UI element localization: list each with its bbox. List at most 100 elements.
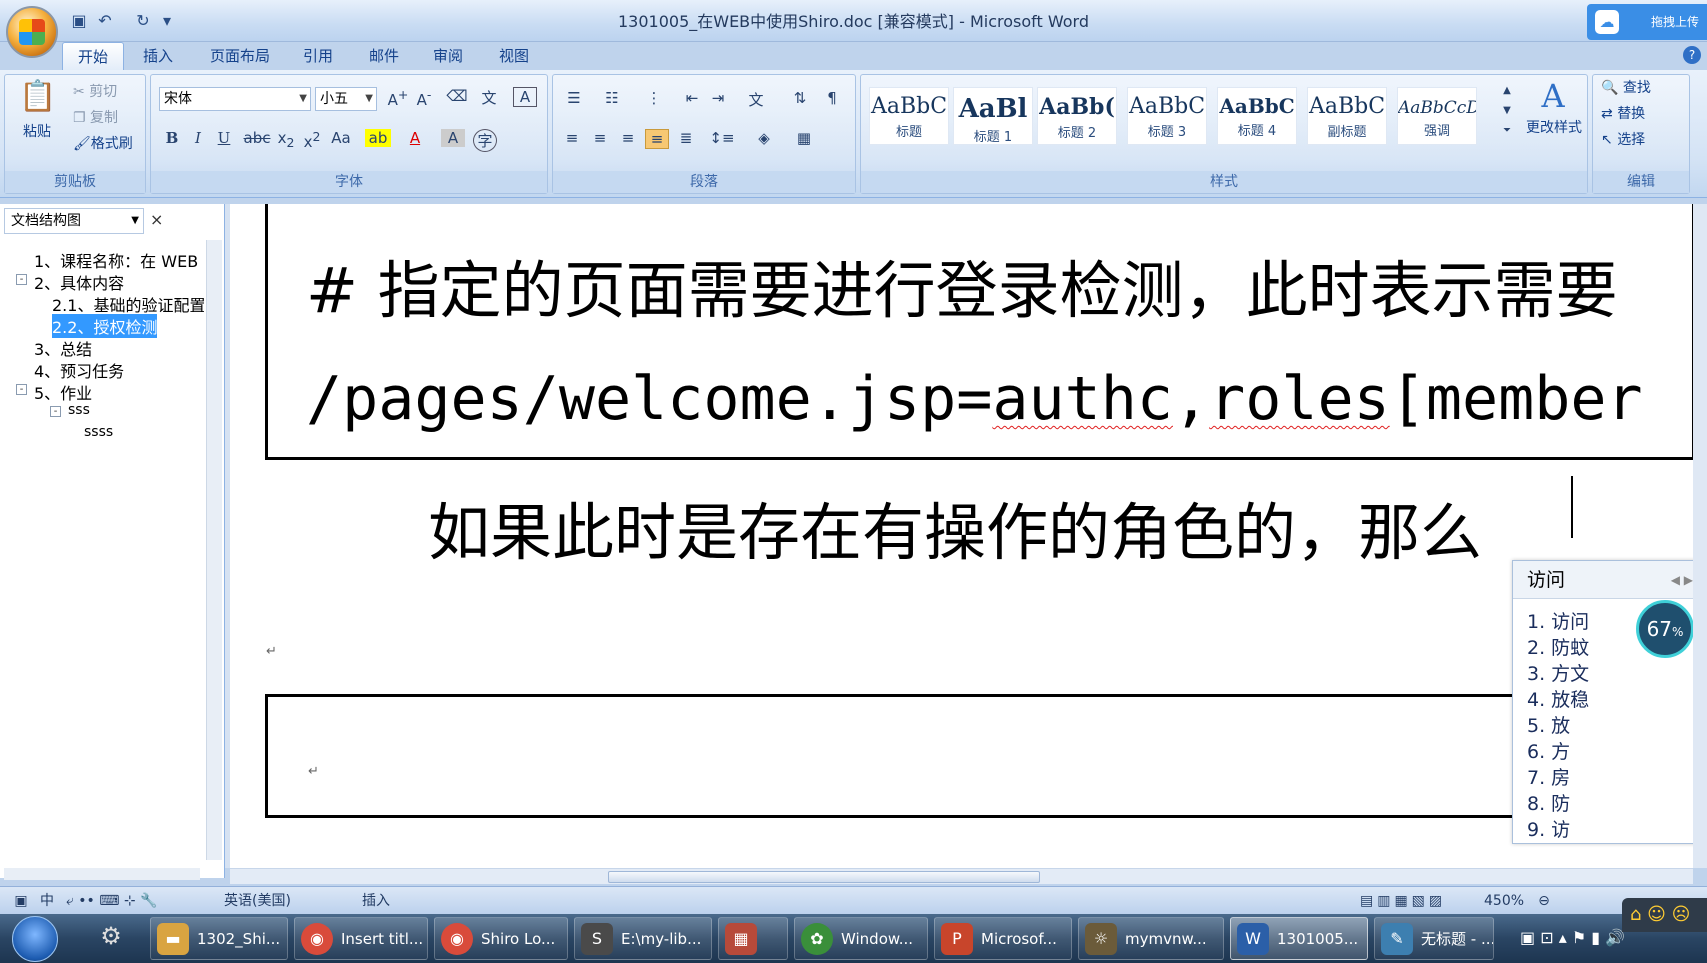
justify-icon[interactable]: ≡ [645,129,669,149]
collapse-icon[interactable]: - [16,274,27,285]
taskbar-item[interactable]: S E:\my-lib... [574,917,712,960]
nav-item-homework[interactable]: 5、作业 [34,380,92,404]
nav-item-content[interactable]: 2、具体内容 [34,270,124,294]
taskbar-item[interactable]: ✿ Window... [794,917,928,960]
style-heading-1[interactable]: AaBl 标题 1 [953,87,1033,145]
styles-scroll-down-icon[interactable]: ▼ [1501,105,1513,116]
superscript-icon[interactable]: x2 [301,129,323,151]
tab-insert[interactable]: 插入 [130,42,186,70]
strikethrough-icon[interactable]: abc [243,129,271,147]
save-icon[interactable]: ▣ [68,10,90,32]
style-heading-3[interactable]: AaBbC 标题 3 [1127,87,1207,145]
qat-customize-icon[interactable]: ▾ [160,10,174,32]
change-case-icon[interactable]: Aa [327,129,355,147]
language-status[interactable]: 英语(美国) [224,887,291,915]
nav-scrollbar[interactable] [206,240,222,860]
bullets-icon[interactable]: ☰ [561,89,587,107]
view-buttons-icon[interactable]: ▤▥▦▧▨ [1360,887,1460,915]
taskbar-item[interactable]: ▦ [718,917,788,960]
nav-item-authorization[interactable]: 2.2、授权检测 [52,314,158,338]
zoom-percentage-badge[interactable]: 67% [1636,600,1694,658]
ime-candidate[interactable]: 7. 房 [1527,763,1570,790]
styles-more-icon[interactable]: ⏷ [1501,125,1513,136]
paste-button[interactable]: 粘贴 [23,119,51,145]
page-view-icon[interactable]: ▣ [10,887,32,915]
style-heading-4[interactable]: AaBbC 标题 4 [1217,87,1297,145]
insert-mode-status[interactable]: 插入 [362,887,390,915]
char-shading-icon[interactable]: A [441,129,465,147]
grow-font-icon[interactable]: A+ [387,87,409,109]
scroll-thumb[interactable] [608,871,1040,883]
empty-text-box[interactable] [265,694,1695,818]
nav-item-preview[interactable]: 4、预习任务 [34,358,124,382]
select-button[interactable]: ↖ 选择 [1601,127,1645,153]
increase-indent-icon[interactable]: ⇥ [707,89,729,107]
nav-item-sss[interactable]: sss [68,402,90,418]
horizontal-scrollbar[interactable] [230,868,1693,884]
office-button[interactable] [6,6,58,58]
nav-hscrollbar[interactable] [4,868,200,880]
start-button[interactable] [12,916,58,962]
bold-icon[interactable]: B [161,129,183,147]
styles-scroll-up-icon[interactable]: ▲ [1501,85,1513,96]
style-emphasis[interactable]: AaBbCcD 强调 [1397,87,1477,145]
replace-button[interactable]: ⇄ 替换 [1601,101,1645,127]
line-spacing-icon[interactable]: ↕≡ [707,129,737,147]
tab-references[interactable]: 引用 [290,42,346,70]
nav-item-basic-auth[interactable]: 2.1、基础的验证配置 [52,292,204,316]
taskbar-item[interactable]: ▬ 1302_Shi... [150,917,288,960]
ime-candidate[interactable]: 3. 方文 [1527,659,1589,686]
underline-icon[interactable]: U [213,129,235,147]
format-painter-button[interactable]: 🖌格式刷 [73,131,133,157]
shading-icon[interactable]: ◈ [751,129,777,147]
char-border-icon[interactable]: A [513,87,537,107]
style-title[interactable]: AaBbC 标题 [869,87,949,145]
nav-item-summary[interactable]: 3、总结 [34,336,92,360]
collapse-icon[interactable]: - [50,406,61,417]
nav-item-course-name[interactable]: 1、课程名称：在 WEB [34,248,198,272]
ime-candidate[interactable]: 5. 放 [1527,711,1570,738]
taskbar-item[interactable]: ☼ mymvnw... [1078,917,1224,960]
zoom-level[interactable]: 450% [1484,887,1524,915]
align-right-icon[interactable]: ≡ [617,129,639,147]
ime-candidate[interactable]: 6. 方 [1527,737,1570,764]
multilevel-list-icon[interactable]: ⋮ [641,89,667,107]
ime-candidate[interactable]: 2. 防蚊 [1527,633,1589,660]
sort-icon[interactable]: ⇅ [789,89,811,107]
font-name-combo[interactable]: 宋体 ▼ [159,87,311,111]
ime-candidate[interactable]: 1. 访问 [1527,607,1589,634]
align-left-icon[interactable]: ≡ [561,129,583,147]
vertical-scrollbar[interactable] [1693,204,1707,868]
document-map-dropdown[interactable]: 文档结构图 ▼ [4,208,144,234]
spelling-error[interactable]: roles [1209,364,1390,434]
tray-icons[interactable]: ▣ ⊡ ▴ ⚑ ▮ 🔊 [1520,928,1625,947]
cut-button[interactable]: ✂ 剪切 [73,79,117,105]
taskbar-item[interactable]: ✎ 无标题 - ... [1374,917,1494,960]
paste-icon[interactable]: 📋 [19,79,56,119]
ime-toolbar-icons[interactable]: ⤶ •• ⌨ ⊹ 🔧 [66,887,186,915]
redo-icon[interactable]: ↻ [132,10,154,32]
tab-review[interactable]: 审阅 [420,42,476,70]
taskbar-item[interactable]: ◉ Insert titl... [294,917,428,960]
taskbar-item[interactable]: ◉ Shiro Lo... [434,917,568,960]
zoom-out-icon[interactable]: ⊖ [1534,887,1554,915]
clear-format-icon[interactable]: ⌫ [445,87,469,105]
borders-icon[interactable]: ▦ [791,129,817,147]
undo-icon[interactable]: ↶ [94,10,116,32]
numbering-icon[interactable]: ☷ [599,89,625,107]
tab-mailings[interactable]: 邮件 [356,42,412,70]
chinese-layout-icon[interactable]: 文 [743,89,769,110]
ime-candidate[interactable]: 4. 放稳 [1527,685,1589,712]
highlight-icon[interactable]: ab [365,129,391,147]
decrease-indent-icon[interactable]: ⇤ [681,89,703,107]
enclose-char-icon[interactable]: 字 [473,129,497,152]
italic-icon[interactable]: I [187,129,209,147]
collapse-icon[interactable]: - [16,384,27,395]
pinned-app-icon[interactable]: ⚙ [96,922,126,956]
font-size-combo[interactable]: 小五 ▼ [315,87,377,111]
tab-home[interactable]: 开始 [62,42,124,70]
nav-item-ssss[interactable]: ssss [84,424,113,440]
style-subtitle[interactable]: AaBbC 副标题 [1307,87,1387,145]
spelling-error[interactable]: authc [992,364,1173,434]
ime-candidate[interactable]: 8. 防 [1527,789,1570,816]
